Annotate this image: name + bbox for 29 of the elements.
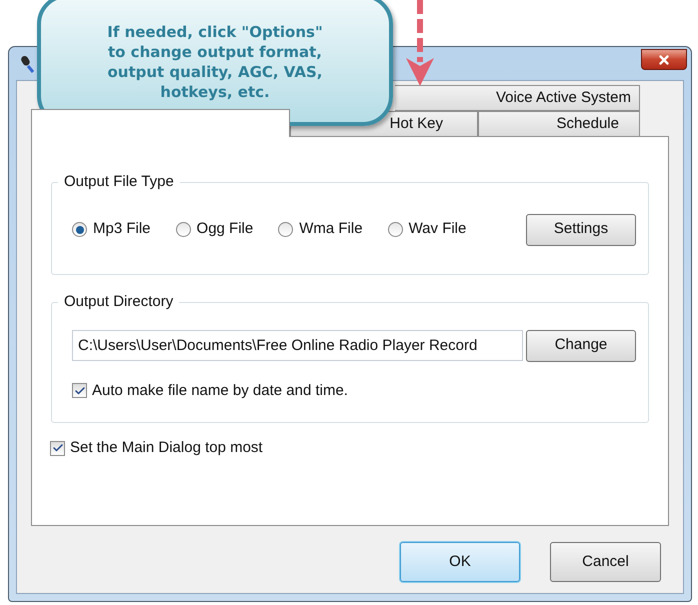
checkbox[interactable]: [72, 383, 87, 398]
tab[interactable]: Schedule: [478, 111, 640, 137]
radio-button[interactable]: [72, 222, 87, 237]
checkbox-label: Auto make file name by date and time.: [92, 380, 348, 400]
dialog-button[interactable]: OK: [400, 542, 520, 582]
callout-text: output quality, AGC, VAS,: [107, 62, 323, 82]
change-button[interactable]: Change: [526, 330, 636, 362]
radio-button[interactable]: [388, 222, 403, 237]
checkbox-label: Set the Main Dialog top most: [70, 438, 263, 458]
group-title: Output Directory: [63, 292, 174, 312]
tab[interactable]: Voice Active System: [395, 85, 640, 111]
radio-option[interactable]: Wma File: [278, 218, 363, 241]
radio-button[interactable]: [176, 222, 191, 237]
microphone-icon: [19, 55, 37, 73]
close-button[interactable]: [641, 49, 687, 70]
settings-button[interactable]: Settings: [526, 214, 636, 246]
callout-text: If needed, click "Options": [107, 22, 323, 42]
radio-option[interactable]: Ogg File: [176, 218, 254, 241]
close-icon: [657, 52, 671, 66]
checkbox[interactable]: [50, 440, 65, 456]
tab[interactable]: [31, 109, 290, 137]
dialog-button[interactable]: Cancel: [550, 542, 661, 582]
group-title: Output File Type: [63, 172, 175, 192]
radio-button[interactable]: [278, 222, 294, 237]
callout-text: to change output format,: [108, 42, 322, 62]
callout-text: hotkeys, etc.: [160, 82, 270, 102]
path-field[interactable]: C:\Users\User\Documents\Free Online Radio Player Record: [72, 330, 523, 361]
radio-option[interactable]: Wav File: [388, 218, 466, 241]
radio-option[interactable]: Mp3 File: [72, 218, 151, 241]
